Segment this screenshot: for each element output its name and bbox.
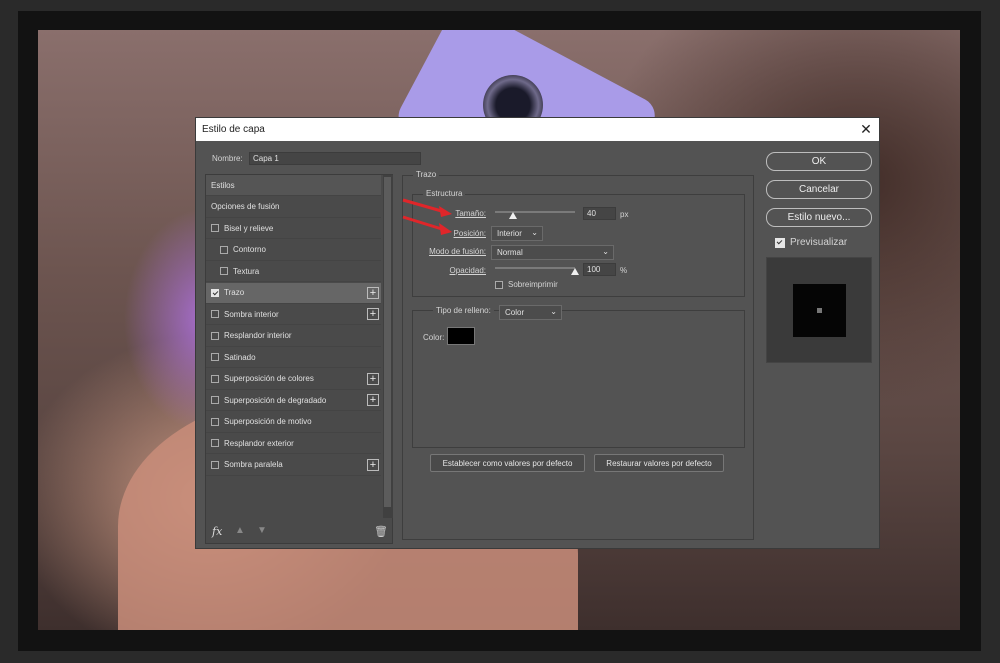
style-item[interactable]: Bisel y relieve	[206, 218, 381, 239]
style-item-label: Resplandor interior	[224, 331, 292, 340]
arrow-down-icon[interactable]: ▼	[257, 525, 267, 536]
preview-checkbox[interactable]	[775, 237, 785, 248]
style-item-label: Sombra paralela	[224, 460, 283, 469]
style-item[interactable]: Textura	[206, 261, 381, 282]
style-item[interactable]: Resplandor exterior	[206, 433, 381, 454]
style-item-label: Sombra interior	[224, 309, 279, 319]
style-item-label: Resplandor exterior	[224, 438, 294, 448]
style-checkbox[interactable]	[211, 353, 219, 361]
style-item[interactable]: Superposición de motivo	[206, 412, 381, 433]
styles-list: Estilos Opciones de fusión Bisel y relieve…	[205, 174, 393, 544]
style-checkbox[interactable]	[211, 439, 219, 447]
style-checkbox[interactable]	[211, 374, 219, 383]
cancel-button[interactable]: Cancelar	[766, 180, 872, 199]
opacity-slider-thumb[interactable]	[571, 268, 579, 275]
style-item-label: Bisel y relieve	[224, 223, 274, 233]
size-unit: px	[620, 210, 629, 219]
add-style-button[interactable]: +	[367, 308, 379, 320]
style-checkbox[interactable]	[211, 288, 219, 297]
position-label: Posición:	[453, 229, 486, 238]
style-checkbox[interactable]	[220, 267, 228, 275]
style-item-label: Superposición de colores	[224, 374, 314, 383]
layer-style-dialog: Estilo de capa ✕ Nombre: Capa 1 Estilos O…	[195, 117, 880, 549]
stroke-group: Trazo Estructura Tamaño: 40 px Posición:…	[402, 170, 754, 540]
preview-thumbnail	[766, 257, 872, 363]
add-style-button[interactable]: +	[367, 394, 379, 406]
style-checkbox[interactable]	[211, 331, 219, 340]
styles-scrollbar[interactable]	[383, 175, 393, 518]
trash-icon[interactable]: 🗑	[374, 525, 388, 538]
overprint-label: Sobreimprimir	[508, 280, 558, 289]
fill-type-dropdown[interactable]: Color ⌄	[499, 305, 562, 320]
chevron-down-icon: ⌄	[531, 228, 538, 237]
size-label: Tamaño:	[455, 209, 486, 218]
style-checkbox[interactable]	[211, 310, 219, 318]
stroke-group-title: Trazo	[413, 170, 440, 179]
style-checkbox[interactable]	[211, 417, 219, 426]
fill-group: Tipo de relleno: Color ⌄ Color:	[412, 305, 745, 448]
blend-mode-dropdown[interactable]: Normal ⌄	[491, 245, 614, 260]
fill-type-label: Tipo de relleno:	[433, 306, 494, 315]
chevron-down-icon: ⌄	[602, 247, 609, 256]
preview-label: Previsualizar	[790, 237, 848, 248]
style-item[interactable]: Contorno	[206, 240, 381, 261]
preview-toggle[interactable]: Previsualizar	[775, 237, 847, 248]
opacity-label: Opacidad:	[449, 266, 486, 275]
color-swatch[interactable]	[447, 327, 475, 345]
reset-default-button[interactable]: Restaurar valores por defecto	[594, 454, 724, 472]
style-item-label: Satinado	[224, 352, 256, 362]
new-style-button[interactable]: Estilo nuevo...	[766, 208, 872, 227]
style-item[interactable]: Superposición de colores +	[206, 369, 381, 390]
dialog-title: Estilo de capa	[202, 124, 265, 135]
style-item-label: Superposición de motivo	[224, 417, 312, 426]
style-item-label: Textura	[233, 266, 260, 276]
styles-header[interactable]: Estilos	[206, 175, 381, 196]
overprint-row[interactable]: Sobreimprimir	[495, 280, 558, 289]
arrow-up-icon[interactable]: ▲	[235, 525, 245, 536]
style-item-label: Superposición de degradado	[224, 395, 327, 405]
structure-title: Estructura	[423, 189, 466, 198]
style-item-label: Trazo	[224, 288, 245, 297]
style-item[interactable]: Resplandor interior	[206, 326, 381, 347]
name-label: Nombre:	[212, 154, 243, 163]
style-item[interactable]: Superposición de degradado +	[206, 390, 381, 411]
style-item-label: Opciones de fusión	[211, 202, 280, 211]
size-slider-thumb[interactable]	[508, 212, 517, 219]
fx-button[interactable]: fx	[212, 525, 222, 538]
style-item[interactable]: Trazo +	[206, 282, 381, 304]
style-checkbox[interactable]	[211, 224, 219, 232]
add-style-button[interactable]: +	[367, 458, 379, 471]
size-input[interactable]: 40	[583, 207, 616, 220]
style-item-label: Contorno	[233, 245, 266, 254]
set-default-button[interactable]: Establecer como valores por defecto	[430, 454, 585, 472]
style-item[interactable]: Sombra paralela +	[206, 455, 381, 476]
ok-button[interactable]: OK	[766, 152, 872, 171]
name-input[interactable]: Capa 1	[249, 152, 421, 165]
structure-group: Estructura Tamaño: 40 px Posición: Inter…	[412, 189, 745, 297]
add-style-button[interactable]: +	[367, 286, 379, 299]
position-dropdown[interactable]: Interior ⌄	[491, 226, 543, 241]
style-item[interactable]: Satinado	[206, 347, 381, 368]
style-checkbox[interactable]	[211, 460, 219, 469]
add-style-button[interactable]: +	[367, 372, 379, 385]
opacity-slider[interactable]	[495, 267, 575, 269]
style-item[interactable]: Sombra interior +	[206, 304, 381, 325]
color-label: Color:	[423, 333, 445, 342]
opacity-unit: %	[620, 266, 628, 275]
style-checkbox[interactable]	[220, 245, 228, 254]
dialog-titlebar: Estilo de capa ✕	[196, 118, 879, 141]
size-slider[interactable]	[495, 211, 575, 213]
close-icon[interactable]: ✕	[858, 121, 874, 137]
style-checkbox[interactable]	[211, 396, 219, 404]
style-item[interactable]: Opciones de fusión	[206, 197, 381, 218]
chevron-down-icon: ⌄	[550, 307, 557, 316]
overprint-checkbox[interactable]	[495, 280, 503, 289]
opacity-input[interactable]: 100	[583, 263, 616, 276]
blend-mode-label: Modo de fusión:	[429, 247, 486, 256]
